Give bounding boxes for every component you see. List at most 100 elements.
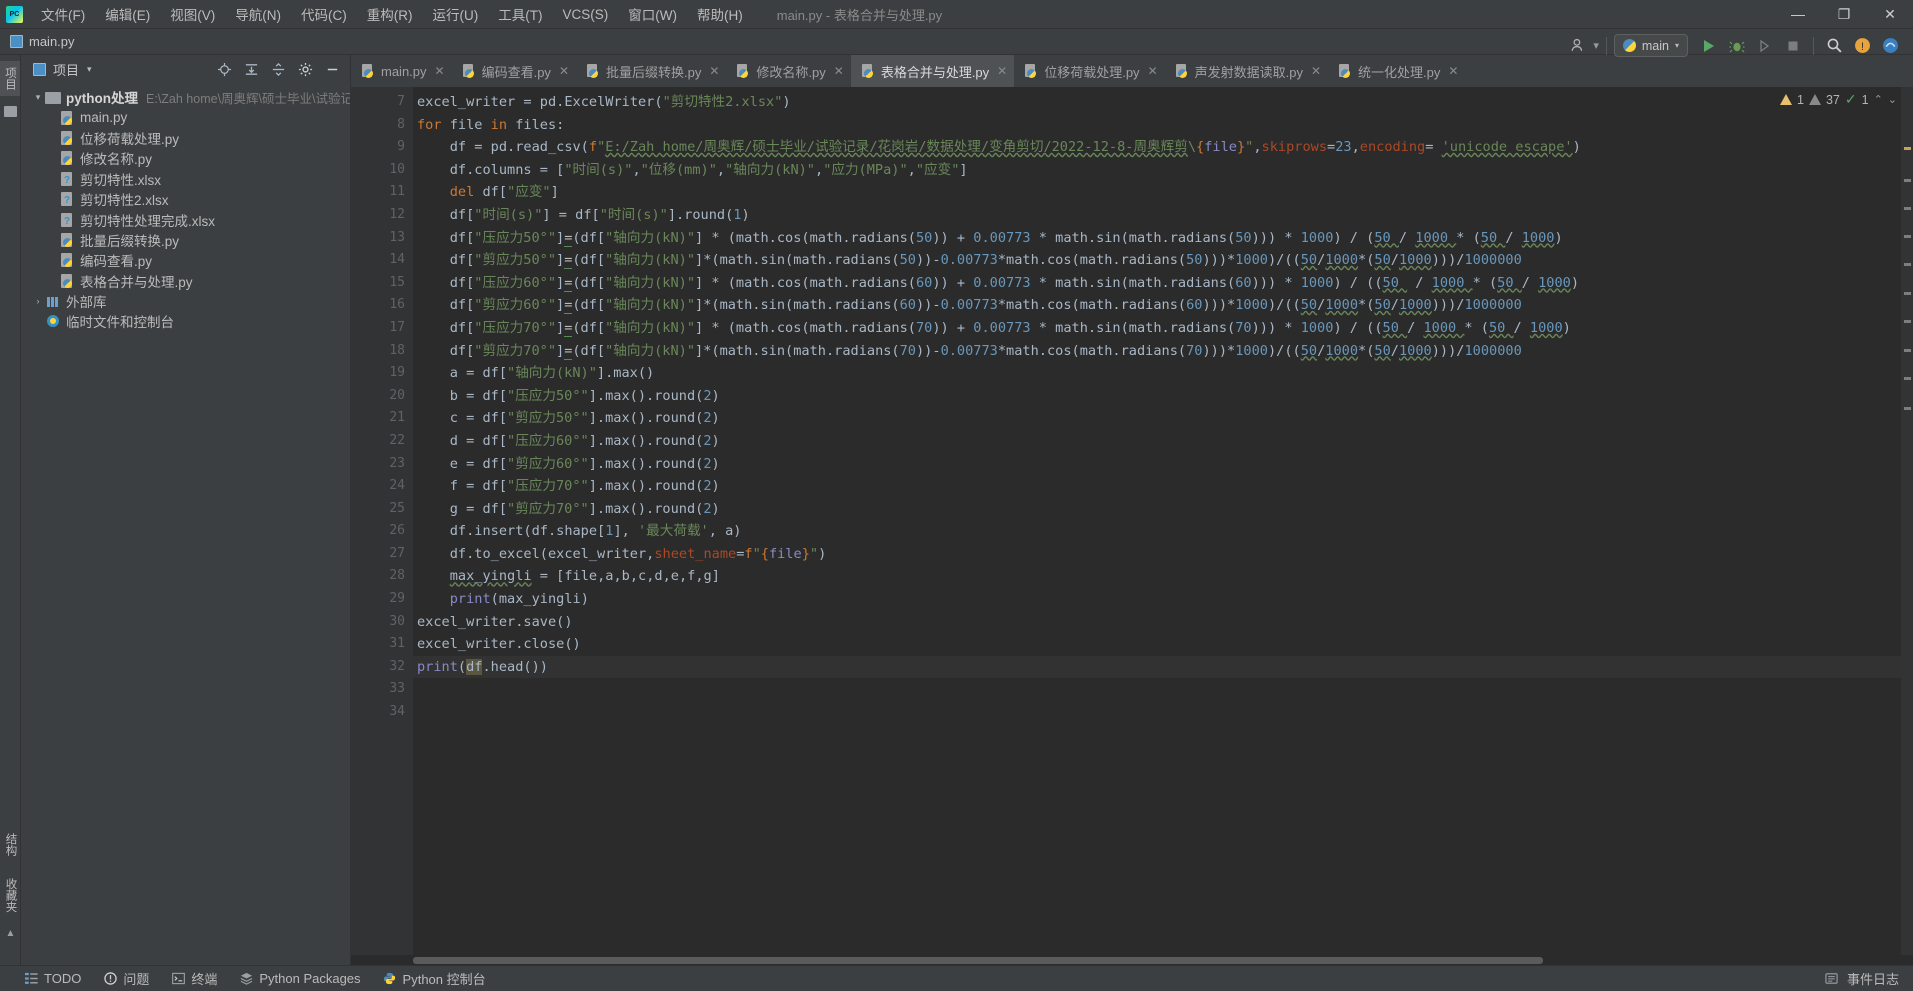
code-line-11[interactable]: del df["应变"] [413,181,1901,204]
next-problem-icon[interactable]: ⌄ [1888,93,1897,106]
code-line-17[interactable]: df["压应力70°"]=(df["轴向力(kN)"] * (math.cos(… [413,317,1901,340]
stop-button[interactable] [1780,33,1806,59]
debug-button[interactable] [1724,33,1750,59]
menu-item-code[interactable]: 代码(C) [291,1,357,27]
code-line-32[interactable]: print(df.head()) [413,655,1901,679]
close-icon[interactable]: ✕ [435,64,445,78]
event-log-icon[interactable] [1825,972,1839,986]
menu-item-refactor[interactable]: 重构(R) [357,1,423,27]
tree-item-displacement[interactable]: 位移荷载处理.py [21,128,350,148]
tree-item-encoding-view[interactable]: 编码查看.py [21,250,350,270]
code-line-13[interactable]: df["压应力50°"]=(df["轴向力(kN)"] * (math.cos(… [413,227,1901,250]
close-icon[interactable]: ✕ [997,64,1007,78]
hide-panel-icon[interactable] [325,62,340,77]
previous-problem-icon[interactable]: ⌃ [1874,93,1883,106]
close-button[interactable]: ✕ [1867,0,1913,29]
tree-item-shear-done-xlsx[interactable]: 剪切特性处理完成.xlsx [21,209,350,229]
error-stripe-marker-bar[interactable] [1901,87,1913,955]
marker-warning[interactable] [1904,292,1911,295]
run-button[interactable] [1696,33,1722,59]
menu-item-navigate[interactable]: 导航(N) [225,1,291,27]
tool-tab-project[interactable]: 项目 [0,61,20,96]
marker-warning[interactable] [1904,207,1911,210]
code-line-9[interactable]: df = pd.read_csv(f"E:/Zah home/周奥辉/硕士毕业/… [413,136,1901,159]
user-caret-icon[interactable]: ▾ [1593,39,1599,52]
close-icon[interactable]: ✕ [1311,64,1321,78]
code-line-23[interactable]: e = df["剪应力60°"].max().round(2) [413,453,1901,476]
tab-rename[interactable]: 修改名称.py ✕ [726,55,850,87]
search-icon[interactable] [1821,33,1847,59]
tab-table-merge[interactable]: 表格合并与处理.py ✕ [850,55,1015,87]
close-icon[interactable]: ✕ [559,64,569,78]
tab-acoustic-emission[interactable]: 声发射数据读取.py ✕ [1165,55,1328,87]
marker-warning[interactable] [1904,235,1911,238]
code-line-21[interactable]: c = df["剪应力50°"].max().round(2) [413,407,1901,430]
scrollbar-thumb[interactable] [413,957,1543,964]
code-text-area[interactable]: excel_writer = pd.ExcelWriter("剪切特性2.xls… [413,87,1901,955]
marker-warning[interactable] [1904,377,1911,380]
menu-item-view[interactable]: 视图(V) [160,1,225,27]
code-line-31[interactable]: excel_writer.close() [413,633,1901,656]
code-line-27[interactable]: df.to_excel(excel_writer,sheet_name=f"{f… [413,543,1901,566]
tool-tab-structure[interactable]: 结构 [1,827,21,862]
minimize-button[interactable]: — [1775,0,1821,29]
tool-window-terminal[interactable]: 终端 [171,969,217,988]
code-line-16[interactable]: df["剪应力60°"]=(df["轴向力(kN)"]*(math.sin(ma… [413,294,1901,317]
code-line-10[interactable]: df.columns = ["时间(s)","位移(mm)","轴向力(kN)"… [413,159,1901,182]
tab-unify[interactable]: 统一化处理.py ✕ [1328,55,1465,87]
user-avatar-icon[interactable] [1565,33,1591,59]
tool-window-problems[interactable]: 问题 [103,969,149,988]
menu-item-tools[interactable]: 工具(T) [488,1,552,27]
code-line-25[interactable]: g = df["剪应力70°"].max().round(2) [413,498,1901,521]
tool-window-todo[interactable]: TODO [24,971,81,986]
marker-warning[interactable] [1904,320,1911,323]
tab-batch-suffix[interactable]: 批量后缀转换.py ✕ [576,55,726,87]
chevron-down-icon[interactable]: ▾ [31,92,45,103]
marker-warning[interactable] [1904,263,1911,266]
marker-warning[interactable] [1904,349,1911,352]
code-line-29[interactable]: print(max_yingli) [413,588,1901,611]
tab-encoding-view[interactable]: 编码查看.py ✕ [452,55,576,87]
code-line-20[interactable]: b = df["压应力50°"].max().round(2) [413,385,1901,408]
menu-item-window[interactable]: 窗口(W) [618,1,687,27]
close-icon[interactable]: ✕ [709,64,719,78]
notifications-icon[interactable]: ! [1849,33,1875,59]
ide-feature-icon[interactable] [1877,33,1903,59]
collapse-all-icon[interactable] [271,62,286,77]
code-line-33[interactable] [413,678,1901,701]
marker-warning[interactable] [1904,407,1911,410]
code-line-18[interactable]: df["剪应力70°"]=(df["轴向力(kN)"]*(math.sin(ma… [413,340,1901,363]
menu-item-file[interactable]: 文件(F) [31,1,95,27]
tree-item-table-merge[interactable]: 表格合并与处理.py [21,271,350,291]
breadcrumb[interactable]: main.py [29,34,75,49]
close-icon[interactable]: ✕ [1448,64,1458,78]
tab-main-py[interactable]: main.py ✕ [351,55,452,87]
code-line-7[interactable]: excel_writer = pd.ExcelWriter("剪切特性2.xls… [413,91,1901,114]
tree-item-rename[interactable]: 修改名称.py [21,148,350,168]
tree-item-shear-xlsx[interactable]: 剪切特性.xlsx [21,169,350,189]
tree-item-shear2-xlsx[interactable]: 剪切特性2.xlsx [21,189,350,209]
run-configuration-selector[interactable]: main ▾ [1613,34,1688,57]
chevron-down-icon[interactable]: ▾ [87,64,92,75]
code-line-24[interactable]: f = df["压应力70°"].max().round(2) [413,475,1901,498]
tab-displacement[interactable]: 位移荷载处理.py ✕ [1014,55,1164,87]
tree-item-batch-suffix[interactable]: 批量后缀转换.py [21,230,350,250]
tree-item-scratches[interactable]: 临时文件和控制台 [21,311,350,331]
code-line-26[interactable]: df.insert(df.shape[1], '最大荷载', a) [413,520,1901,543]
menu-item-edit[interactable]: 编辑(E) [95,1,160,27]
editor-horizontal-scrollbar[interactable] [351,955,1913,965]
tool-window-python-packages[interactable]: Python Packages [239,971,361,986]
line-number-gutter[interactable]: 7 8▾ 9 10 11 12 13 14 15 16 17 18 19 20 [351,87,421,955]
tree-item-root[interactable]: ▾ python处理 E:\Zah home\周奥辉\硕士毕业\试验记录 [21,87,350,107]
tool-window-python-console[interactable]: Python 控制台 [383,969,486,988]
code-line-15[interactable]: df["压应力60°"]=(df["轴向力(kN)"] * (math.cos(… [413,272,1901,295]
menu-item-run[interactable]: 运行(U) [423,1,489,27]
code-line-22[interactable]: d = df["压应力60°"].max().round(2) [413,430,1901,453]
event-log-label[interactable]: 事件日志 [1847,969,1899,988]
coverage-button[interactable] [1752,33,1778,59]
maximize-button[interactable]: ❐ [1821,0,1867,29]
locate-icon[interactable] [217,62,232,77]
gear-icon[interactable] [298,62,313,77]
chevron-right-icon[interactable]: › [31,296,45,306]
tree-item-external-libraries[interactable]: › 外部库 [21,291,350,311]
